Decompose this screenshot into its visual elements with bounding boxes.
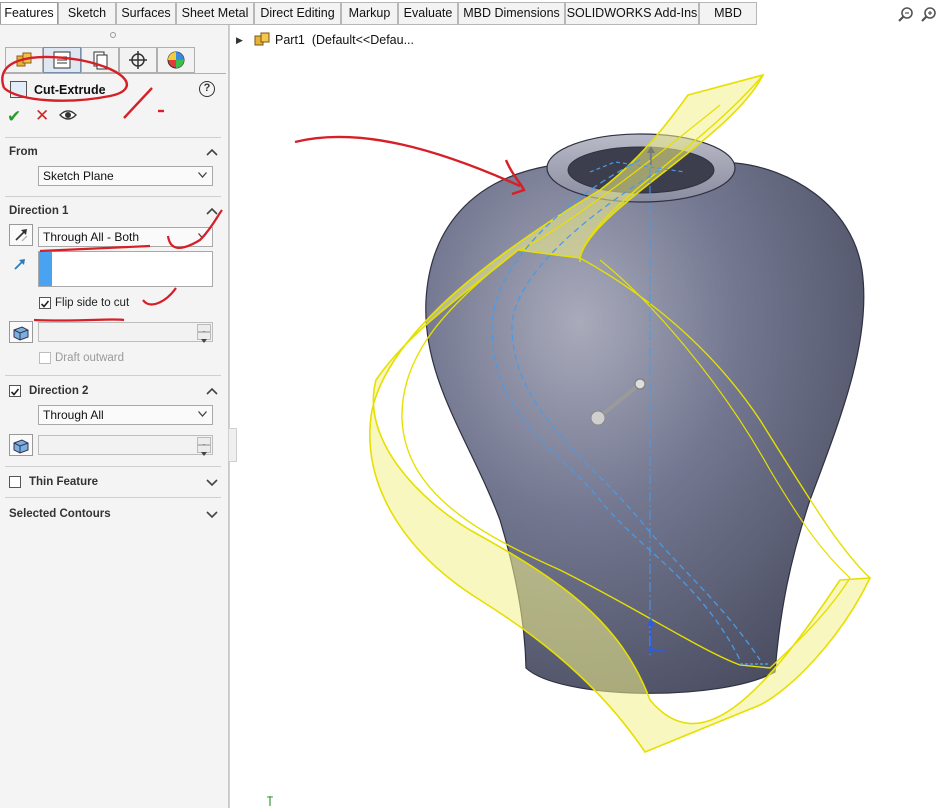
annotation-check-mark: [142, 287, 177, 306]
solidworks-window: Features Sketch Surfaces Sheet Metal Dir…: [0, 0, 944, 808]
annotation-underline-mark: [33, 318, 125, 322]
vase-body[interactable]: [425, 162, 865, 694]
annotation-slash-mark: [123, 87, 153, 119]
annotation-arrow-mark: [294, 135, 521, 188]
direction-handle-sphere-icon[interactable]: [590, 410, 606, 426]
graphics-area[interactable]: [0, 0, 944, 808]
annotation-circle-mark: [1, 55, 129, 102]
annotation-underline-mark: [39, 244, 151, 253]
origin-point-icon: [648, 647, 654, 653]
annotation-check-mark: [166, 209, 223, 249]
direction-handle-end-icon[interactable]: [634, 378, 646, 390]
